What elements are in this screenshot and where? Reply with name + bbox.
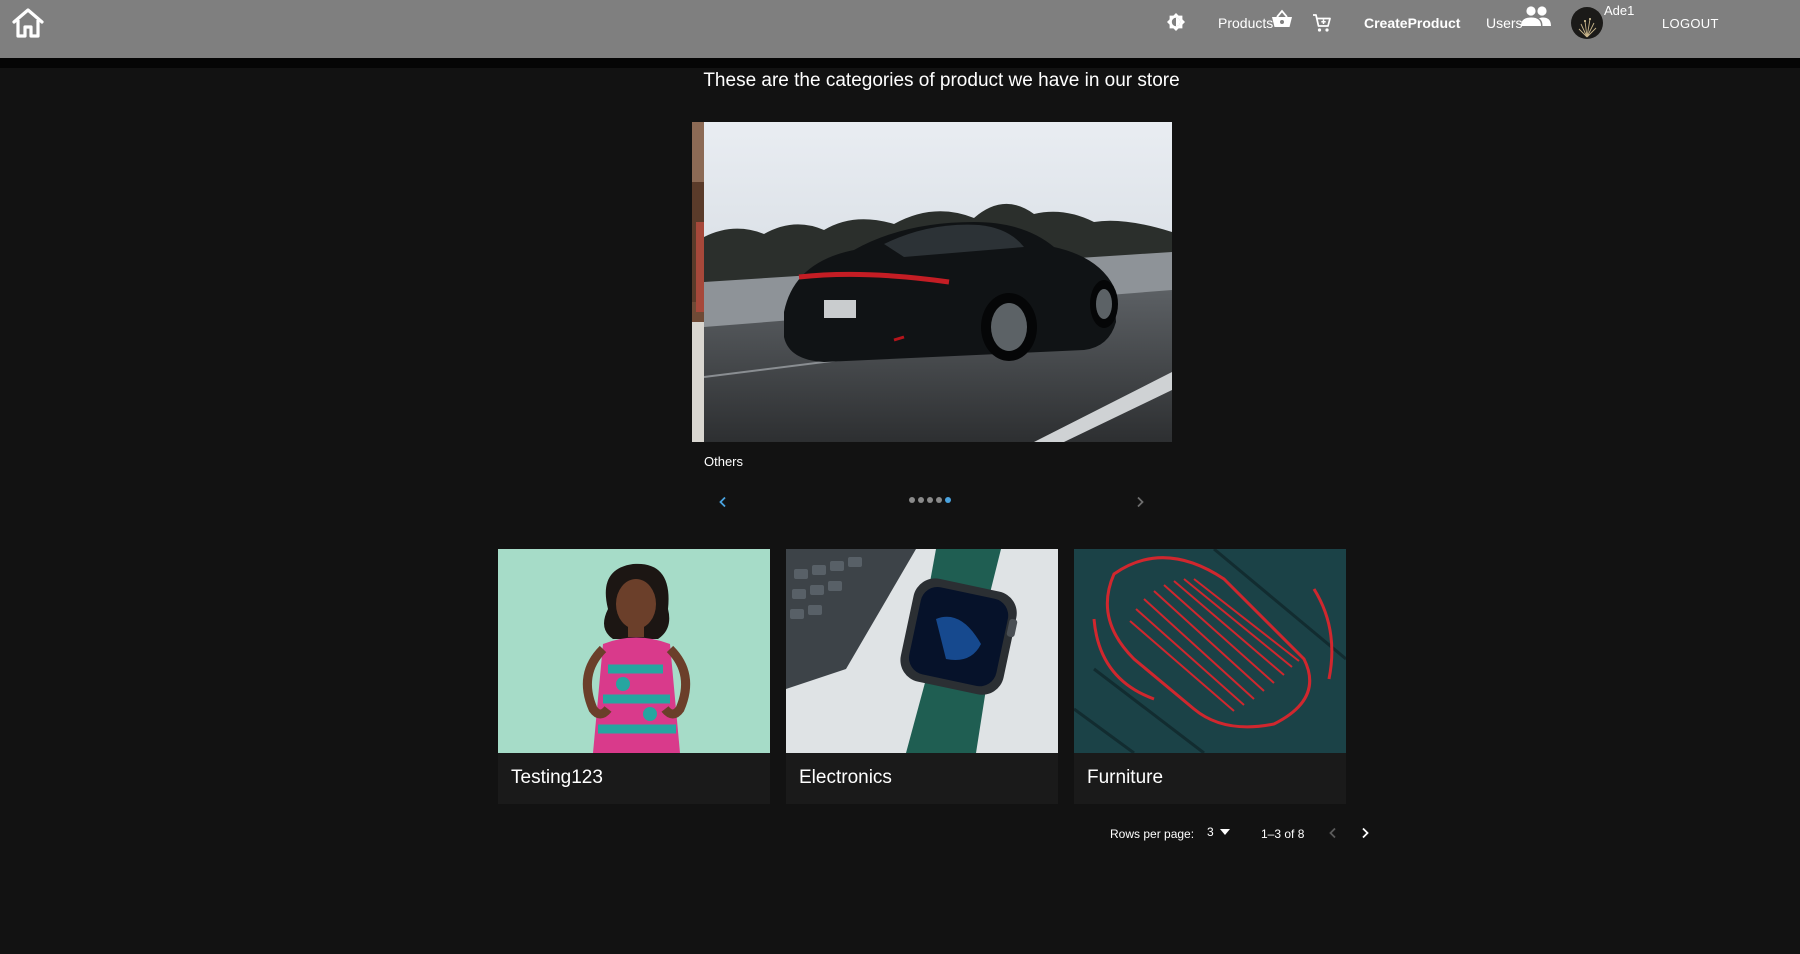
category-image	[498, 549, 770, 753]
carousel-caption: Others	[704, 454, 744, 469]
theme-toggle-button[interactable]	[1166, 12, 1186, 37]
carousel-dot-active[interactable]	[945, 497, 951, 503]
users-button[interactable]	[1520, 5, 1552, 32]
cart-button[interactable]	[1312, 13, 1332, 38]
rows-per-page-label: Rows per page:	[1110, 827, 1195, 841]
home-button[interactable]	[10, 5, 46, 41]
carousel-dot[interactable]	[918, 497, 924, 503]
carousel-prev-button[interactable]	[710, 490, 736, 514]
category-image	[786, 549, 1058, 753]
brightness-icon	[1167, 13, 1185, 31]
cart-icon	[1313, 14, 1331, 32]
chevron-left-icon	[1329, 827, 1336, 839]
chevron-left-icon	[719, 496, 726, 508]
user-name: Ade1	[1604, 3, 1635, 18]
carousel-dot[interactable]	[909, 497, 915, 503]
carousel-slide-image[interactable]	[704, 122, 1172, 442]
page-heading: These are the categories of product we h…	[703, 70, 1180, 91]
app-bar-shadow	[0, 58, 1800, 68]
user-avatar[interactable]	[1571, 7, 1603, 39]
car-photo	[704, 122, 1172, 442]
category-title: Testing123	[511, 767, 603, 788]
basket-icon	[1272, 9, 1292, 27]
pagination-next-button[interactable]	[1354, 822, 1376, 844]
nav-create-product-link[interactable]: CreateProduct	[1364, 15, 1460, 31]
carousel-previous-slide-peek	[692, 122, 704, 442]
pagination-range: 1–3 of 8	[1261, 827, 1305, 841]
category-title: Electronics	[799, 767, 892, 788]
products-basket-button[interactable]	[1271, 9, 1293, 34]
caret-down-icon	[1219, 829, 1230, 835]
category-title: Furniture	[1087, 767, 1164, 788]
avatar-image	[1571, 7, 1603, 39]
carousel-next-button[interactable]	[1127, 490, 1153, 514]
rows-per-page-value: 3	[1207, 825, 1214, 839]
carousel-dots	[909, 497, 951, 503]
pagination-prev-button[interactable]	[1322, 822, 1344, 844]
logout-button[interactable]: LOGOUT	[1658, 14, 1723, 33]
nav-products-link[interactable]: Products	[1218, 15, 1273, 31]
category-card[interactable]: Electronics	[786, 549, 1058, 804]
category-card[interactable]: Furniture	[1074, 549, 1346, 804]
carousel-dot[interactable]	[927, 497, 933, 503]
category-image	[1074, 549, 1346, 753]
category-card[interactable]: Testing123	[498, 549, 770, 804]
people-icon	[1521, 6, 1551, 26]
chevron-right-icon	[1137, 496, 1144, 508]
nav-users-link[interactable]: Users	[1486, 15, 1523, 31]
home-icon	[12, 8, 44, 38]
carousel-dot[interactable]	[936, 497, 942, 503]
chevron-right-icon	[1362, 827, 1369, 839]
rows-per-page-select[interactable]: 3	[1207, 825, 1230, 839]
